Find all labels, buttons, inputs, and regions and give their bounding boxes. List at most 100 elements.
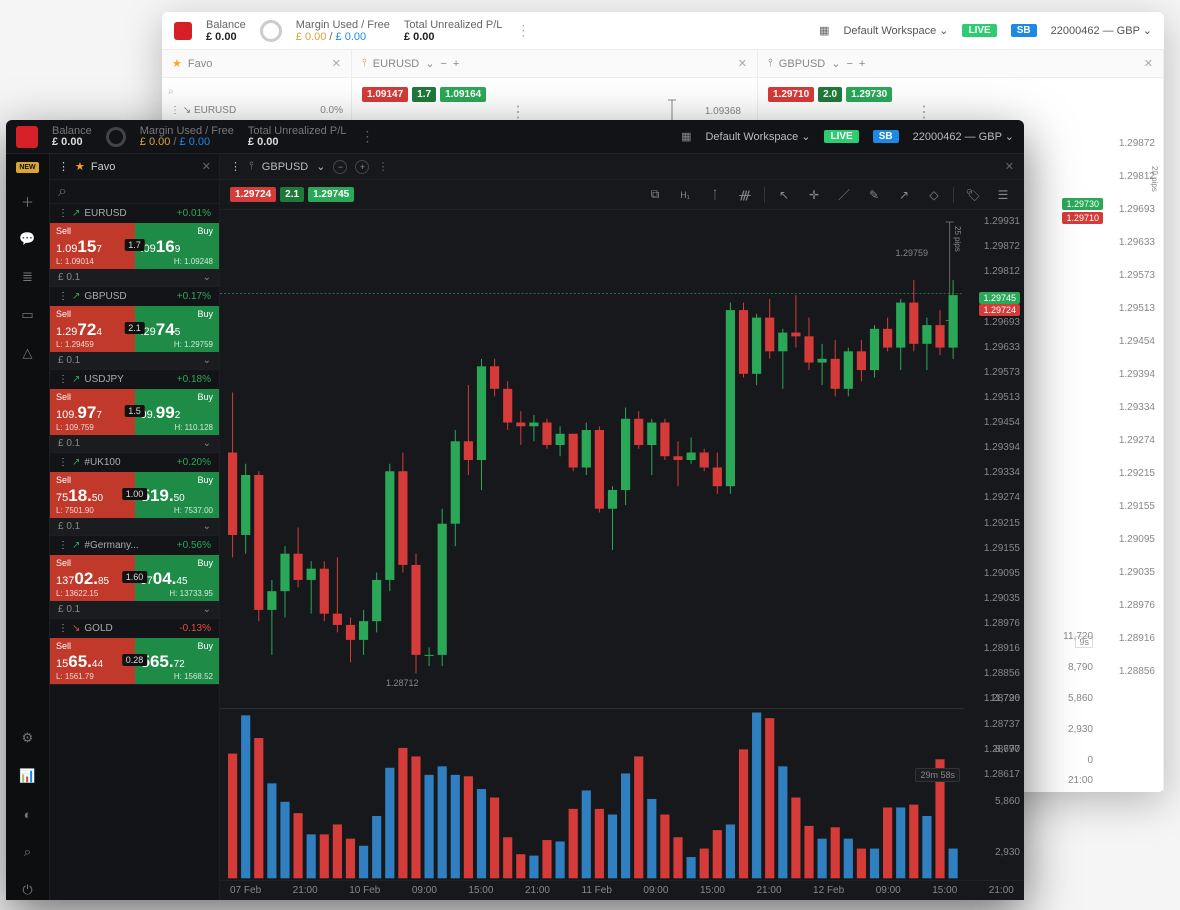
brush-icon[interactable]: ✎: [863, 184, 885, 206]
side-rail: NEW ＋ 💬 ≣ ▭ △ ⚙ 📊 ◐ ⌕ ⏻: [6, 154, 50, 900]
app-logo: [16, 126, 38, 148]
more-icon[interactable]: ⋮: [916, 102, 932, 122]
light-gbpusd-tab[interactable]: ⫯GBPUSD ⌄ −+✕: [758, 50, 1164, 78]
pl-value: £ 0.00: [404, 31, 502, 43]
search-icon[interactable]: ⌕: [168, 84, 345, 99]
instrument-EURUSD[interactable]: ⋮ ↗ EURUSD+0.01% Sell1.09157L: 1.09014 1…: [50, 204, 219, 287]
more-icon[interactable]: ⋮: [377, 160, 388, 173]
watchlist-panel: ⋮ ★Favo✕ ⌕ ⋮ ↗ EURUSD+0.01% Sell1.09157L…: [50, 154, 220, 900]
buy-button[interactable]: Buy.29745H: 1.29759: [135, 306, 220, 352]
sell-button[interactable]: Sell1.09157L: 1.09014: [50, 223, 135, 269]
cursor-icon[interactable]: ↖: [773, 184, 795, 206]
orders-icon[interactable]: ≣: [18, 267, 38, 287]
lot-select[interactable]: £ 0.1⌄: [50, 352, 219, 369]
plus-icon[interactable]: +: [355, 160, 369, 174]
fav-tab[interactable]: ⋮ ★Favo✕: [50, 154, 219, 180]
line-icon[interactable]: ／: [833, 184, 855, 206]
list-icon[interactable]: ☰: [992, 184, 1014, 206]
light-eurusd-tab[interactable]: ⫯EURUSD ⌄ −+✕: [352, 50, 758, 78]
sell-button[interactable]: Sell1.29724L: 1.29459: [50, 306, 135, 352]
live-badge: LIVE: [962, 24, 996, 37]
close-icon[interactable]: ✕: [738, 57, 747, 70]
plus-icon[interactable]: ＋: [18, 191, 38, 211]
margin-ring-icon: [260, 20, 282, 42]
help-icon[interactable]: ⌕: [18, 842, 38, 862]
logout-icon[interactable]: ⏻: [18, 880, 38, 900]
account-select[interactable]: 22000462 — GBP ⌄: [1051, 24, 1152, 37]
minus-icon[interactable]: −: [846, 58, 852, 70]
trend-icon[interactable]: ↗: [893, 184, 915, 206]
close-icon[interactable]: ✕: [332, 57, 341, 70]
chart-canvas[interactable]: 1.299311.298721.298121.297521.296931.296…: [220, 210, 1024, 880]
pl-label: Total Unrealized P/L: [404, 19, 502, 31]
star-icon: ★: [75, 160, 85, 173]
more-icon[interactable]: ⋮: [516, 22, 530, 39]
chart-symbol: GBPUSD: [262, 161, 308, 173]
instrument-GBPUSD[interactable]: ⋮ ↗ GBPUSD+0.17% Sell1.29724L: 1.29459 2…: [50, 287, 219, 370]
chart-icon: ⫯: [768, 57, 773, 70]
more-icon[interactable]: ⋮: [360, 128, 374, 145]
countdown: 29m 58s: [915, 768, 960, 782]
margin-ring-icon: [106, 127, 126, 147]
chat-icon[interactable]: 💬: [18, 229, 38, 249]
buy-button[interactable]: Buy09.992H: 110.128: [135, 389, 220, 435]
instrument-GOLD[interactable]: ⋮ ↘ GOLD-0.13% Sell1565.44L: 1561.79 0.2…: [50, 619, 219, 685]
indicator-icon[interactable]: ᚍ: [734, 184, 756, 206]
minus-icon[interactable]: −: [440, 58, 446, 70]
bell-icon[interactable]: △: [18, 343, 38, 363]
lot-select[interactable]: £ 0.1⌄: [50, 518, 219, 535]
sell-button[interactable]: Sell109.977L: 109.759: [50, 389, 135, 435]
buy-button[interactable]: Buy.09169H: 1.09248: [135, 223, 220, 269]
balance-label: Balance: [206, 19, 246, 31]
lot-select[interactable]: £ 0.1⌄: [50, 601, 219, 618]
chart-panel: ⋮ ⫯ GBPUSD ⌄ − + ⋮ ✕ 1.297242.11.29745 ⧉…: [220, 154, 1024, 900]
workspace-select[interactable]: Default Workspace ⌄: [843, 24, 948, 37]
ask-tag: 1.29745: [979, 292, 1020, 304]
shape-icon[interactable]: ◇: [923, 184, 945, 206]
balance-value: £ 0.00: [206, 31, 246, 43]
layout-icon[interactable]: ▦: [819, 24, 829, 37]
sb-badge: SB: [1011, 24, 1037, 37]
live-badge: LIVE: [824, 130, 858, 143]
minus-icon[interactable]: −: [333, 160, 347, 174]
close-icon[interactable]: ✕: [202, 160, 211, 173]
dark-window: Balance£ 0.00 Margin Used / Free£ 0.00 /…: [6, 120, 1024, 900]
h1-icon[interactable]: H₁: [674, 184, 696, 206]
tag-icon[interactable]: 🏷: [962, 184, 984, 206]
card-icon[interactable]: ▭: [18, 305, 38, 325]
instrument-#UK100[interactable]: ⋮ ↗ #UK100+0.20% Sell7518.50L: 7501.90 1…: [50, 453, 219, 536]
chart-toolbar: 1.297242.11.29745 ⧉ H₁ ᛙ ᚍ ↖ ✛ ／ ✎ ↗ ◇ 🏷…: [220, 180, 1024, 210]
theme-icon[interactable]: ◐: [18, 804, 38, 824]
instrument-#Germany...[interactable]: ⋮ ↗ #Germany...+0.56% Sell13702.85L: 136…: [50, 536, 219, 619]
close-icon[interactable]: ✕: [1005, 160, 1014, 173]
margin-label: Margin Used / Free: [296, 19, 390, 31]
lot-select[interactable]: £ 0.1⌄: [50, 269, 219, 286]
stats-icon[interactable]: 📊: [18, 766, 38, 786]
plus-icon[interactable]: +: [859, 58, 865, 70]
search-input[interactable]: ⌕: [50, 180, 219, 204]
plus-icon[interactable]: +: [453, 58, 459, 70]
layout-icon[interactable]: ▦: [681, 130, 691, 143]
bid-tag: 1.29710: [1062, 212, 1103, 224]
light-fav-tab[interactable]: ★Favo✕: [162, 50, 352, 78]
lot-select[interactable]: £ 0.1⌄: [50, 435, 219, 452]
bid-tag: 1.29724: [979, 304, 1020, 316]
close-icon[interactable]: ✕: [1144, 57, 1153, 70]
sb-badge: SB: [873, 130, 899, 143]
new-badge[interactable]: NEW: [16, 162, 38, 173]
crosshair-icon[interactable]: ✛: [803, 184, 825, 206]
instrument-USDJPY[interactable]: ⋮ ↗ USDJPY+0.18% Sell109.977L: 109.759 1…: [50, 370, 219, 453]
chart-icon: ⫯: [249, 160, 254, 173]
low-label: 1.28712: [386, 678, 419, 688]
interval-icon[interactable]: ⧉: [644, 184, 666, 206]
high-label: 1.29759: [895, 248, 928, 258]
ask-tag: 1.29730: [1062, 198, 1103, 210]
settings-icon[interactable]: ⚙: [18, 728, 38, 748]
account-select[interactable]: 22000462 — GBP ⌄: [913, 130, 1014, 143]
chart-icon: ⫯: [362, 57, 367, 70]
app-logo: [174, 22, 192, 40]
balance-label: Balance: [52, 126, 92, 137]
workspace-select[interactable]: Default Workspace ⌄: [705, 130, 810, 143]
chart-tab[interactable]: ⋮ ⫯ GBPUSD ⌄ − + ⋮ ✕: [220, 154, 1024, 180]
candle-icon[interactable]: ᛙ: [704, 184, 726, 206]
